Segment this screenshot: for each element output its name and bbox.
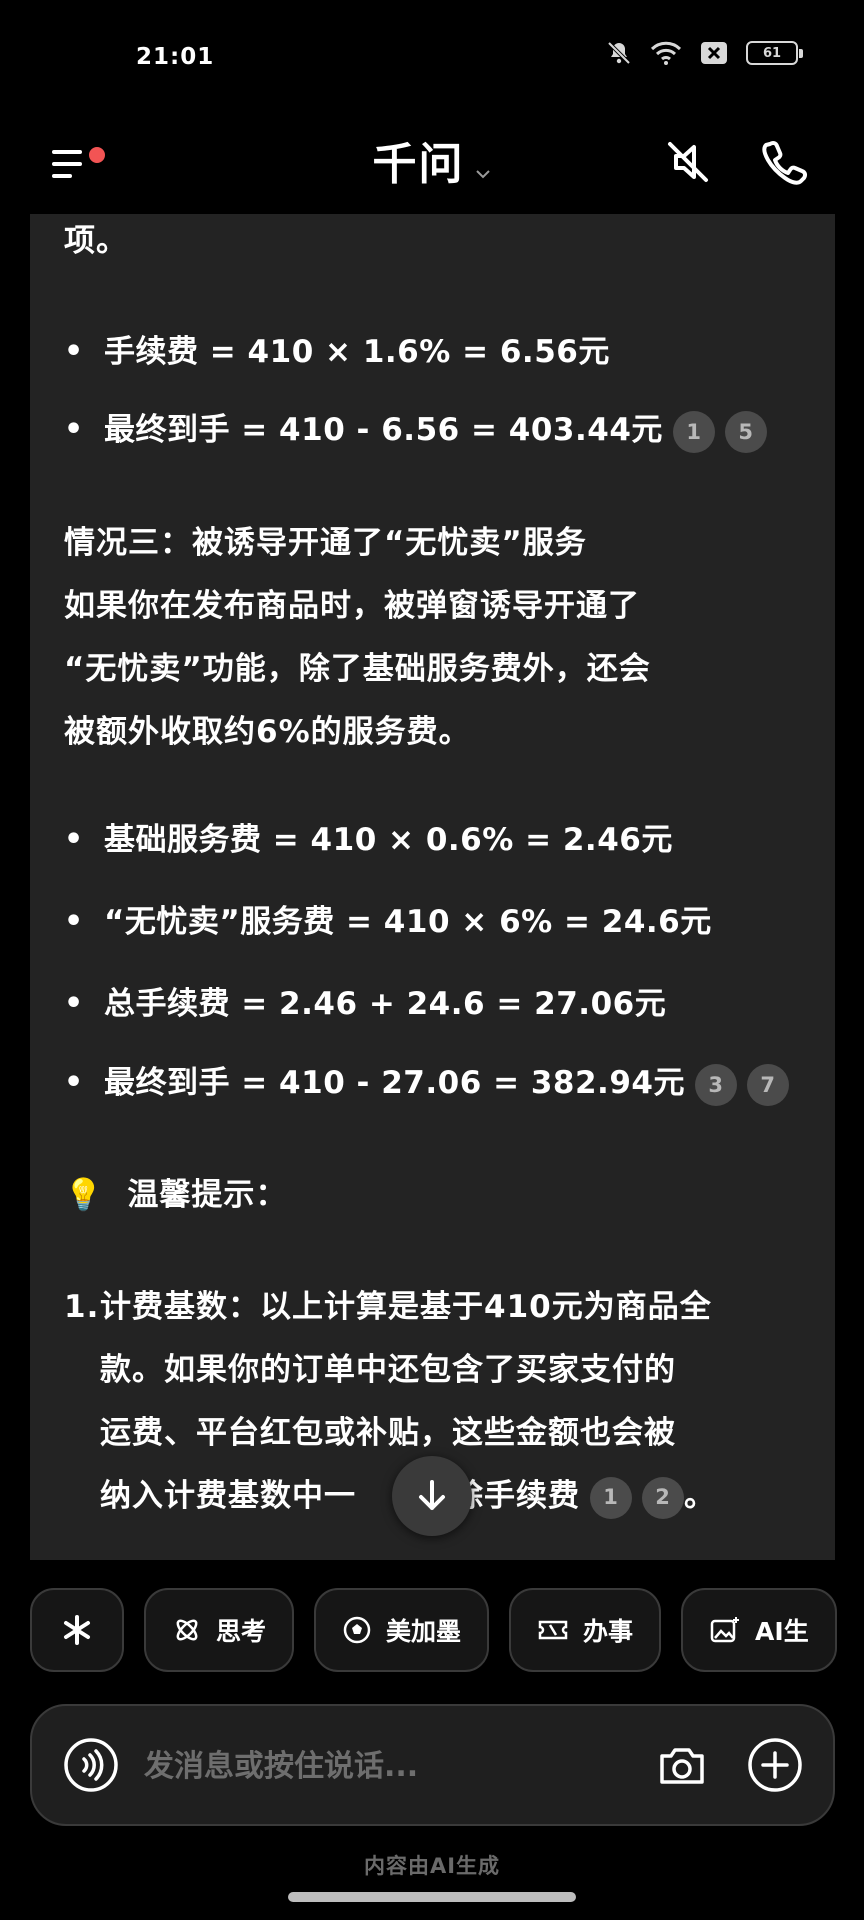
camera-button[interactable] — [654, 1738, 710, 1794]
scroll-to-bottom-button[interactable] — [392, 1456, 472, 1536]
voice-input-button[interactable] — [62, 1736, 120, 1794]
section-heading: 情况三：被诱导开通了“无忧卖”服务 — [64, 525, 587, 561]
list-item-text: 基础服务费 = 410 × 0.6% = 2.46元 — [104, 822, 673, 858]
plus-circle-icon — [748, 1738, 802, 1792]
citation-badge[interactable]: 5 — [724, 410, 767, 453]
chip-tasks[interactable]: 办事 — [509, 1588, 662, 1672]
battery-level: 61 — [762, 45, 782, 61]
chip-think[interactable]: 思考 — [144, 1588, 295, 1672]
app-root: 21:01 61 千问 项。 • 手续费 = 410 × 1.6% = 6.56… — [0, 0, 864, 1920]
list-item-text: 总手续费 = 2.46 + 24.6 = 27.06元 — [104, 986, 667, 1022]
chip-sparkle[interactable] — [30, 1588, 124, 1672]
chip-label: 美加墨 — [386, 1617, 462, 1646]
tip-heading: 💡 温馨提示： — [64, 1164, 812, 1227]
tip-title: 温馨提示： — [127, 1177, 288, 1213]
citation-badge[interactable]: 7 — [746, 1063, 789, 1106]
tip-line: 运费、平台红包或补贴，这些金额也会被 — [100, 1415, 676, 1451]
bell-off-icon — [606, 40, 632, 66]
arrow-down-icon — [419, 1480, 445, 1510]
message-input[interactable] — [144, 1742, 564, 1790]
wifi-icon — [650, 40, 682, 66]
paragraph-line: 如果你在发布商品时，被弹窗诱导开通了 — [64, 588, 640, 624]
ai-disclaimer: 内容由AI生成 — [363, 1854, 501, 1878]
citation-badge[interactable]: 1 — [590, 1476, 632, 1519]
chip-label: 思考 — [216, 1617, 267, 1646]
image-ai-icon — [710, 1617, 740, 1643]
add-attachment-button[interactable] — [746, 1736, 804, 1794]
list-item: 最终到手 = 410 - 27.06 = 382.94元37 — [64, 1063, 812, 1106]
speaker-mute-icon — [668, 142, 708, 182]
home-indicator[interactable] — [288, 1892, 576, 1902]
paragraph-line: 被额外收取约6%的服务费。 — [64, 714, 471, 750]
phone-call-button[interactable] — [756, 134, 812, 190]
list-item: 总手续费 = 2.46 + 24.6 = 27.06元 — [64, 984, 804, 1024]
list-item-text: 最终到手 = 410 - 27.06 = 382.94元 — [104, 1065, 685, 1101]
list-item-text: 最终到手 = 410 - 6.56 = 403.44元 — [104, 412, 663, 448]
paragraph-line: “无忧卖”功能，除了基础服务费外，还会 — [64, 651, 651, 687]
list-item-text: 手续费 = 410 × 1.6% = 6.56元 — [104, 334, 610, 370]
text-fragment: 项。 — [64, 223, 128, 259]
list-item: “无忧卖”服务费 = 410 × 6% = 24.6元 — [64, 902, 804, 942]
sparkle-icon — [64, 1615, 90, 1645]
tip-line-start: 纳入计费基数中一 — [100, 1478, 356, 1514]
battery-icon: 61 — [746, 41, 803, 65]
voice-wave-icon — [64, 1738, 118, 1792]
chevron-down-icon — [474, 165, 492, 184]
phone-icon — [762, 140, 808, 185]
camera-icon — [660, 1748, 704, 1784]
citation-badge[interactable]: 2 — [642, 1476, 684, 1519]
message-input-bar — [30, 1704, 835, 1826]
soccer-icon — [343, 1616, 371, 1644]
status-bar: 21:01 61 — [0, 0, 864, 110]
sim-off-icon — [700, 41, 728, 65]
list-item: 手续费 = 410 × 1.6% = 6.56元 — [64, 332, 804, 372]
list-item-text: “无忧卖”服务费 = 410 × 6% = 24.6元 — [104, 904, 712, 940]
atom-icon — [176, 1619, 198, 1641]
chip-label: 办事 — [583, 1617, 634, 1646]
chip-world-cup[interactable]: 美加墨 — [314, 1588, 490, 1672]
list-item: 基础服务费 = 410 × 0.6% = 2.46元 — [64, 820, 804, 860]
ticket-icon — [538, 1620, 568, 1640]
tip-line: 计费基数：以上计算是基于410元为商品全 — [100, 1289, 712, 1325]
speaker-mute-button[interactable] — [660, 134, 716, 190]
tip-number: 1. — [64, 1289, 100, 1325]
title-switcher[interactable]: 千问 — [0, 128, 864, 192]
citation-badge[interactable]: 1 — [672, 410, 715, 453]
status-icons: 61 — [606, 40, 803, 66]
lightbulb-icon: 💡 — [64, 1177, 104, 1213]
list-item: 最终到手 = 410 - 6.56 = 403.44元15 — [64, 410, 804, 453]
tip-line-end: 。 — [684, 1478, 716, 1514]
chip-ai-generate[interactable]: AI生 — [681, 1588, 837, 1672]
citation-badge[interactable]: 3 — [694, 1063, 737, 1106]
chat-message-card: 项。 手续费 = 410 × 1.6% = 6.56元 最终到手 = 410 -… — [30, 214, 835, 1560]
page-title: 千问 — [372, 139, 465, 190]
header: 千问 — [0, 110, 864, 210]
status-time: 21:01 — [136, 44, 215, 70]
chip-label: AI生 — [755, 1617, 809, 1646]
quick-action-chips: 思考 美加墨 办事 AI生 — [30, 1588, 837, 1674]
tip-line: 款。如果你的订单中还包含了买家支付的 — [100, 1352, 676, 1388]
